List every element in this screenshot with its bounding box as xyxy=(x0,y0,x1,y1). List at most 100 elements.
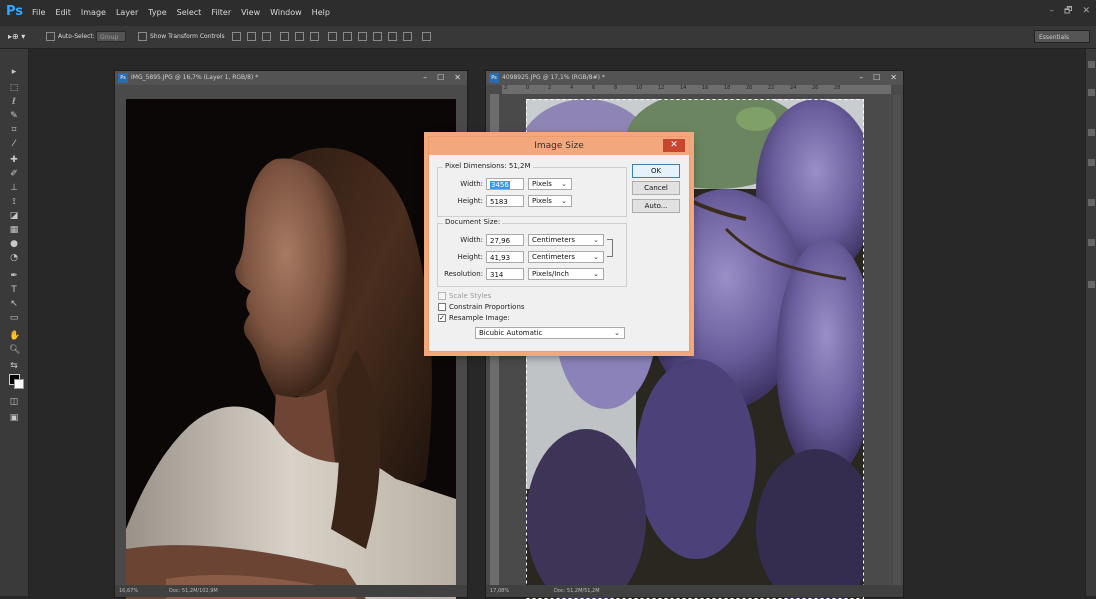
distribute-right-icon[interactable] xyxy=(403,32,412,41)
menu-help[interactable]: Help xyxy=(312,0,330,26)
dialog-close-button[interactable]: ✕ xyxy=(663,139,685,152)
dodge-tool-icon[interactable]: ◔ xyxy=(9,253,19,263)
zoom-level[interactable]: 17,08% xyxy=(490,585,509,597)
document-title-bar[interactable]: Ps IMG_5895.JPG @ 16,7% (Layer 1, RGB/8)… xyxy=(115,71,467,85)
zoom-level[interactable]: 16,67% xyxy=(119,585,138,597)
type-tool-icon[interactable]: T xyxy=(9,285,19,295)
document-title-bar[interactable]: Ps 4098925.JPG @ 17,1% (RGB/8#) * – ☐ ✕ xyxy=(486,71,903,85)
doc-height-field[interactable]: 41,93 xyxy=(486,251,524,263)
distribute-top-icon[interactable] xyxy=(328,32,337,41)
path-select-tool-icon[interactable]: ↖ xyxy=(9,299,19,309)
menu-select[interactable]: Select xyxy=(177,0,202,26)
resolution-unit-select[interactable]: Pixels/Inch ⌄ xyxy=(528,268,604,280)
menu-bar: Ps File Edit Image Layer Type Select Fil… xyxy=(0,0,1096,26)
marquee-tool-icon[interactable]: ⬚ xyxy=(9,83,19,93)
restore-button[interactable]: 🗗 xyxy=(1064,0,1072,26)
doc-height-unit-select[interactable]: Centimeters ⌄ xyxy=(528,251,604,263)
vertical-scrollbar[interactable] xyxy=(893,95,901,585)
move-tool-icon[interactable]: ▸ xyxy=(9,67,19,77)
doc-minimize-button[interactable]: – xyxy=(423,71,427,85)
doc-close-button[interactable]: ✕ xyxy=(454,71,461,85)
background-color-swatch[interactable] xyxy=(14,379,24,389)
align-vcenter-icon[interactable] xyxy=(247,32,256,41)
menu-image[interactable]: Image xyxy=(81,0,106,26)
doc-maximize-button[interactable]: ☐ xyxy=(437,71,444,85)
pen-tool-icon[interactable]: ✒ xyxy=(9,271,19,281)
menu-type[interactable]: Type xyxy=(148,0,166,26)
swap-colors-icon[interactable]: ⇆ xyxy=(9,361,19,371)
portrait-photo xyxy=(126,99,456,599)
auto-align-icon[interactable] xyxy=(422,32,431,41)
menu-layer[interactable]: Layer xyxy=(116,0,138,26)
gradient-tool-icon[interactable]: ▦ xyxy=(9,225,19,235)
clone-stamp-tool-icon[interactable]: ⊥ xyxy=(9,183,19,193)
align-right-icon[interactable] xyxy=(310,32,319,41)
brush-tool-icon[interactable]: ✐ xyxy=(9,169,19,179)
quick-mask-icon[interactable]: ◫ xyxy=(9,397,19,407)
menu-filter[interactable]: Filter xyxy=(211,0,231,26)
document-info[interactable]: Doc: 51,2M/51,2M xyxy=(554,585,600,597)
panel-icon[interactable] xyxy=(1088,159,1095,166)
dialog-title: Image Size xyxy=(534,141,584,151)
panel-icon[interactable] xyxy=(1088,239,1095,246)
doc-close-button[interactable]: ✕ xyxy=(890,71,897,85)
align-bottom-icon[interactable] xyxy=(262,32,271,41)
eraser-tool-icon[interactable]: ◪ xyxy=(9,211,19,221)
auto-select-checkbox[interactable] xyxy=(46,32,55,41)
ok-button[interactable]: OK xyxy=(632,164,680,178)
distribute-bottom-icon[interactable] xyxy=(358,32,367,41)
hand-tool-icon[interactable]: ✋ xyxy=(9,331,20,341)
distribute-left-icon[interactable] xyxy=(373,32,382,41)
lasso-tool-icon[interactable]: ℓ xyxy=(9,97,19,107)
screen-mode-icon[interactable]: ▣ xyxy=(9,413,19,423)
constrain-proportions-checkbox[interactable] xyxy=(438,303,446,311)
panel-icon[interactable] xyxy=(1088,61,1095,68)
menu-file[interactable]: File xyxy=(32,0,45,26)
panel-icon[interactable] xyxy=(1088,89,1095,96)
blur-tool-icon[interactable]: ● xyxy=(9,239,19,249)
menu-window[interactable]: Window xyxy=(270,0,302,26)
doc-maximize-button[interactable]: ☐ xyxy=(873,71,880,85)
dialog-title-bar[interactable]: Image Size ✕ xyxy=(429,137,689,155)
horizontal-ruler[interactable]: 2 0 2 4 6 8 10 12 14 16 18 20 22 24 26 2… xyxy=(502,85,891,94)
px-width-field[interactable]: 3456 xyxy=(486,178,524,190)
auto-button[interactable]: Auto... xyxy=(632,199,680,213)
zoom-tool-icon[interactable]: 🔍︎ xyxy=(9,345,20,355)
distribute-hcenter-icon[interactable] xyxy=(388,32,397,41)
auto-select-dropdown[interactable]: Group xyxy=(96,31,126,42)
menu-edit[interactable]: Edit xyxy=(55,0,71,26)
eyedropper-tool-icon[interactable]: ⁄ xyxy=(9,139,19,149)
history-brush-tool-icon[interactable]: ⟟ xyxy=(9,197,19,207)
align-hcenter-icon[interactable] xyxy=(295,32,304,41)
shape-tool-icon[interactable]: ▭ xyxy=(9,313,19,323)
align-left-icon[interactable] xyxy=(280,32,289,41)
workspace-switcher[interactable]: Essentials xyxy=(1034,30,1090,43)
scale-styles-checkbox[interactable] xyxy=(438,292,446,300)
image-canvas-portrait[interactable] xyxy=(126,99,456,599)
resample-method-select[interactable]: Bicubic Automatic ⌄ xyxy=(475,327,625,339)
ruler-tick: 18 xyxy=(724,85,731,91)
panel-icon[interactable] xyxy=(1088,281,1095,288)
px-height-field[interactable]: 5183 xyxy=(486,195,524,207)
crop-tool-icon[interactable]: ⌗ xyxy=(9,125,19,135)
resolution-field[interactable]: 314 xyxy=(486,268,524,280)
quick-select-tool-icon[interactable]: ✎ xyxy=(9,111,19,121)
minimize-button[interactable]: – xyxy=(1050,0,1055,26)
healing-brush-tool-icon[interactable]: ✚ xyxy=(9,155,19,165)
px-width-unit-select[interactable]: Pixels ⌄ xyxy=(528,178,572,190)
close-app-button[interactable]: ✕ xyxy=(1082,0,1090,26)
move-tool-icon[interactable]: ▸⊕ ▾ xyxy=(8,31,25,42)
px-height-unit-select[interactable]: Pixels ⌄ xyxy=(528,195,572,207)
resample-image-checkbox[interactable]: ✓ xyxy=(438,314,446,322)
panel-icon[interactable] xyxy=(1088,129,1095,136)
panel-icon[interactable] xyxy=(1088,199,1095,206)
cancel-button[interactable]: Cancel xyxy=(632,181,680,195)
distribute-vcenter-icon[interactable] xyxy=(343,32,352,41)
doc-width-field[interactable]: 27,96 xyxy=(486,234,524,246)
show-transform-checkbox[interactable] xyxy=(138,32,147,41)
align-top-icon[interactable] xyxy=(232,32,241,41)
document-info[interactable]: Doc: 51,2M/102,9M xyxy=(169,585,218,597)
doc-minimize-button[interactable]: – xyxy=(859,71,863,85)
doc-width-unit-select[interactable]: Centimeters ⌄ xyxy=(528,234,604,246)
menu-view[interactable]: View xyxy=(241,0,260,26)
